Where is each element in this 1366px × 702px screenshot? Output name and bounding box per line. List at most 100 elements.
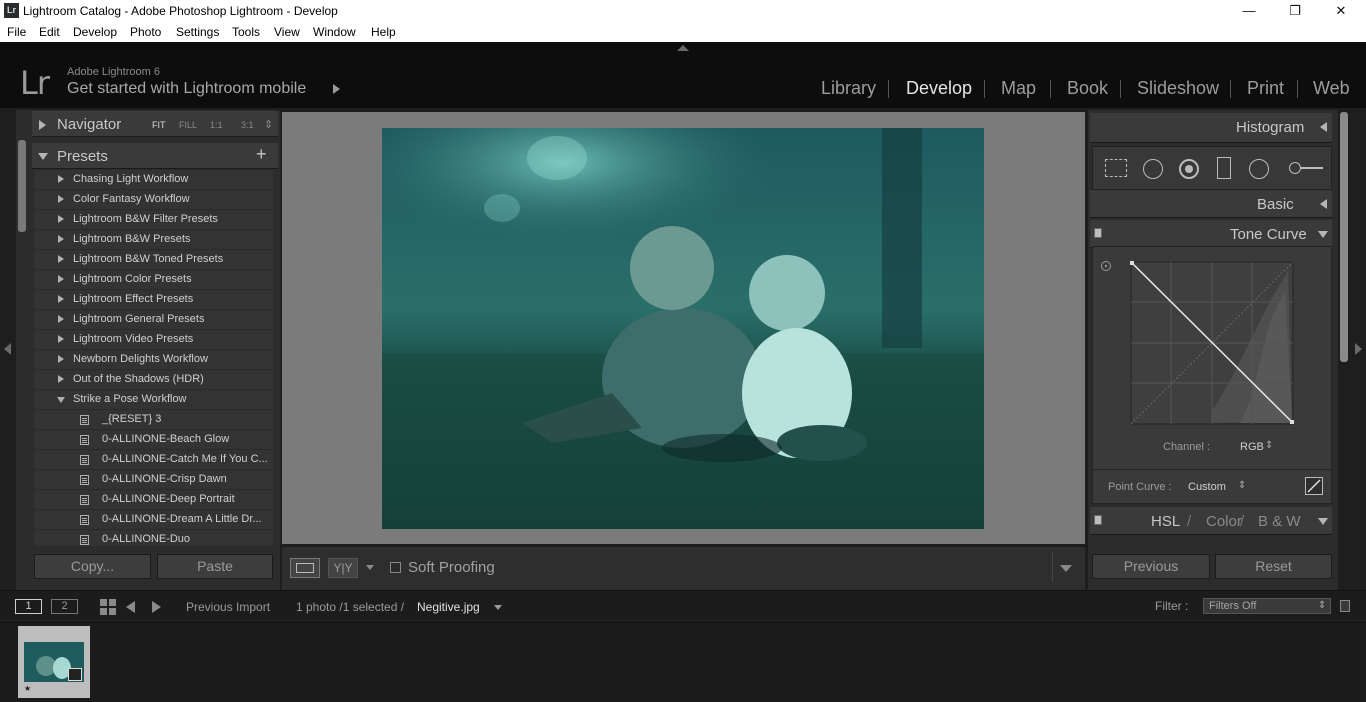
preset-item[interactable]: 0-ALLINONE-Dream A Little Dr... (34, 510, 273, 530)
presets-panel-header[interactable]: Presets + (32, 143, 278, 169)
preset-item[interactable]: _{RESET} 3 (34, 410, 273, 430)
before-after-button[interactable]: Y|Y (328, 558, 358, 578)
right-panel-scrollbar[interactable] (1340, 112, 1348, 362)
preset-folder[interactable]: Lightroom Effect Presets (34, 290, 273, 310)
hsl-panel-header[interactable]: HSL / Color / B & W (1090, 507, 1332, 535)
targeted-adjustment-icon[interactable] (1101, 261, 1111, 271)
photo-preview[interactable] (382, 128, 984, 529)
play-arrow-icon[interactable] (333, 84, 340, 94)
collapse-right-panel-icon[interactable] (1355, 343, 1362, 355)
menu-window[interactable]: Window (313, 25, 356, 39)
tone-curve-graph[interactable] (1130, 261, 1294, 425)
module-print[interactable]: Print (1247, 78, 1284, 99)
collapse-top-panel-icon[interactable] (677, 45, 689, 51)
panel-enable-switch[interactable] (1094, 228, 1102, 238)
primary-window-button[interactable]: 1 (15, 599, 42, 614)
add-preset-icon[interactable]: + (256, 144, 267, 165)
preset-folder[interactable]: Newborn Delights Workflow (34, 350, 273, 370)
grid-view-icon[interactable] (100, 599, 116, 615)
forward-arrow-icon[interactable] (152, 601, 161, 613)
preset-item[interactable]: 0-ALLINONE-Beach Glow (34, 430, 273, 450)
left-panel-scrollbar[interactable] (18, 140, 26, 232)
preset-item[interactable]: 0-ALLINONE-Crisp Dawn (34, 470, 273, 490)
toolbar-menu-chevron-icon[interactable] (1060, 565, 1072, 572)
spot-removal-icon[interactable] (1143, 159, 1163, 179)
previous-settings-button[interactable]: Previous (1092, 554, 1210, 579)
loupe-view-button[interactable] (290, 558, 320, 578)
zoom-stepper-icon[interactable]: ⇕ (264, 118, 273, 131)
preset-folder[interactable]: Lightroom B&W Filter Presets (34, 210, 273, 230)
back-arrow-icon[interactable] (126, 601, 135, 613)
navigator-panel-header[interactable]: Navigator FIT FILL 1:1 3:1 ⇕ (32, 111, 278, 137)
nav-1to1-option[interactable]: 1:1 (210, 120, 223, 130)
minimize-button[interactable]: — (1226, 0, 1272, 22)
graduated-filter-icon[interactable] (1217, 157, 1231, 179)
menu-settings[interactable]: Settings (176, 25, 219, 39)
preset-folder[interactable]: Chasing Light Workflow (34, 170, 273, 190)
module-slideshow[interactable]: Slideshow (1137, 78, 1219, 99)
preset-folder[interactable]: Out of the Shadows (HDR) (34, 370, 273, 390)
close-button[interactable]: ✕ (1318, 0, 1364, 22)
copy-settings-button[interactable]: Copy... (34, 554, 151, 579)
nav-3to1-option[interactable]: 3:1 (241, 120, 254, 130)
radial-filter-icon[interactable] (1249, 159, 1269, 179)
lightroom-mobile-link[interactable]: Get started with Lightroom mobile (67, 80, 306, 98)
tone-curve-panel-header[interactable]: Tone Curve (1090, 220, 1332, 248)
preset-folder[interactable]: Color Fantasy Workflow (34, 190, 273, 210)
maximize-button[interactable]: ❐ (1272, 0, 1318, 22)
menu-photo[interactable]: Photo (130, 25, 161, 39)
menu-tools[interactable]: Tools (232, 25, 260, 39)
nav-fill-option[interactable]: FILL (179, 120, 197, 130)
channel-select[interactable]: RGB (1240, 441, 1264, 453)
color-tab[interactable]: Color (1206, 513, 1242, 530)
filter-lock-icon[interactable] (1340, 600, 1350, 612)
preset-folder[interactable]: Lightroom Color Presets (34, 270, 273, 290)
red-eye-icon[interactable] (1179, 159, 1199, 179)
soft-proofing-checkbox[interactable] (390, 562, 401, 573)
preset-item[interactable]: 0-ALLINONE-Duo (34, 530, 273, 546)
menu-view[interactable]: View (274, 25, 300, 39)
module-library[interactable]: Library (821, 78, 876, 99)
star-rating-icon: ★ (24, 684, 32, 693)
nav-fit-option[interactable]: FIT (152, 120, 166, 130)
panel-enable-switch[interactable] (1094, 515, 1102, 525)
collapse-left-panel-icon[interactable] (4, 343, 11, 355)
basic-panel-header[interactable]: Basic (1090, 190, 1332, 218)
point-curve-stepper-icon[interactable]: ⇕ (1238, 480, 1246, 491)
histogram-panel-header[interactable]: Histogram (1090, 113, 1332, 143)
filter-select[interactable]: Filters Off (1203, 598, 1331, 614)
adjustment-brush-icon[interactable] (1289, 162, 1323, 174)
module-book[interactable]: Book (1067, 78, 1108, 99)
reset-button[interactable]: Reset (1215, 554, 1332, 579)
collapse-left-icon (1320, 122, 1327, 132)
channel-stepper-icon[interactable]: ⇕ (1265, 440, 1273, 451)
filmstrip-thumbnail[interactable]: ★ (18, 626, 90, 698)
preset-folder-open[interactable]: Strike a Pose Workflow (34, 390, 273, 410)
menu-help[interactable]: Help (371, 25, 396, 39)
filename-label[interactable]: Negitive.jpg (417, 600, 480, 614)
preset-item[interactable]: 0-ALLINONE-Deep Portrait (34, 490, 273, 510)
filename-dropdown-icon[interactable] (494, 605, 502, 610)
source-label[interactable]: Previous Import (186, 600, 270, 614)
point-curve-select[interactable]: Custom (1188, 481, 1226, 493)
preset-folder[interactable]: Lightroom B&W Presets (34, 230, 273, 250)
preset-item[interactable]: 0-ALLINONE-Catch Me If You C... (34, 450, 273, 470)
module-map[interactable]: Map (1001, 78, 1036, 99)
menu-develop[interactable]: Develop (73, 25, 117, 39)
module-web[interactable]: Web (1313, 78, 1350, 99)
preset-folder[interactable]: Lightroom General Presets (34, 310, 273, 330)
preset-folder-label: Lightroom Effect Presets (73, 293, 194, 305)
module-develop[interactable]: Develop (906, 78, 972, 99)
menu-file[interactable]: File (7, 25, 26, 39)
preset-folder[interactable]: Lightroom B&W Toned Presets (34, 250, 273, 270)
paste-settings-button[interactable]: Paste (157, 554, 273, 579)
chevron-down-icon[interactable] (366, 565, 374, 570)
preset-folder[interactable]: Lightroom Video Presets (34, 330, 273, 350)
menu-edit[interactable]: Edit (39, 25, 60, 39)
secondary-window-button[interactable]: 2 (51, 599, 78, 614)
bw-tab[interactable]: B & W (1258, 513, 1301, 530)
hsl-tab[interactable]: HSL (1151, 513, 1180, 530)
curve-edit-toggle-icon[interactable] (1305, 477, 1323, 495)
crop-tool-icon[interactable] (1105, 159, 1127, 177)
filter-stepper-icon[interactable]: ⇕ (1318, 600, 1326, 611)
